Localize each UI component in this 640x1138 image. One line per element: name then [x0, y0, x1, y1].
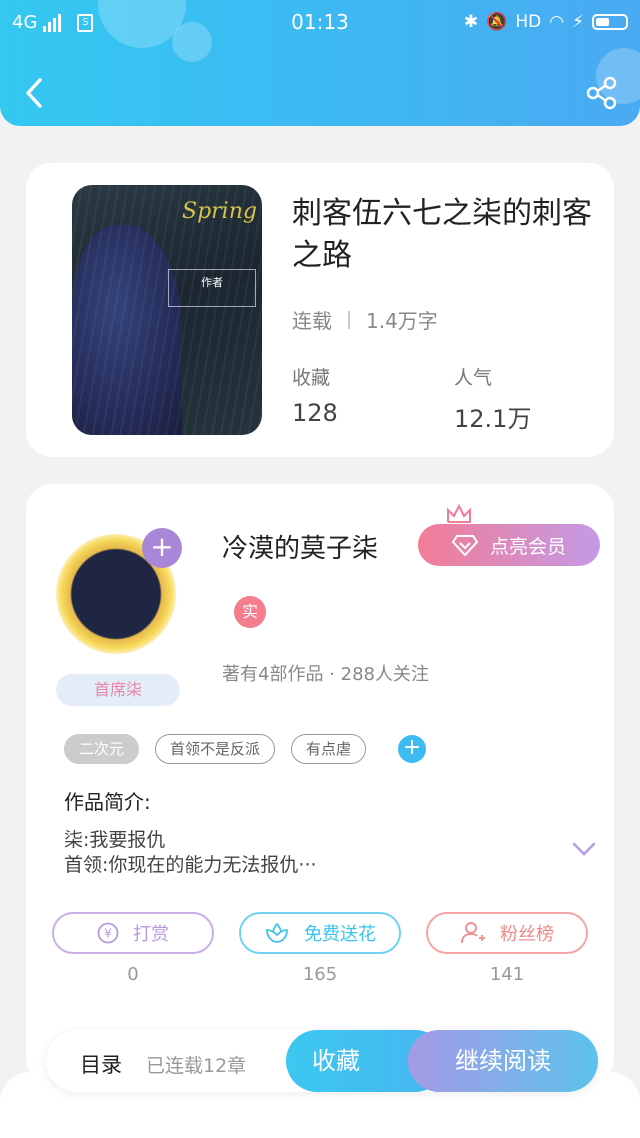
hd-label: HD — [515, 12, 542, 32]
charging-icon: ⚡ — [572, 12, 584, 32]
intro-line: 柒:我要报仇 — [64, 829, 166, 851]
fan-rank-label: 粉丝榜 — [500, 924, 554, 945]
bottom-action-bar: 目录 已连载12章 收藏 继续阅读 — [46, 1030, 598, 1092]
cover-author-box: 作者 — [168, 269, 256, 307]
serial-status: 连载 — [292, 309, 332, 333]
author-works-info: 著有4部作品 · 288人关注 — [222, 664, 429, 685]
tip-button[interactable]: ¥ 打赏 — [52, 912, 214, 954]
back-arrow-icon[interactable] — [22, 76, 48, 110]
continue-reading-button[interactable]: 继续阅读 — [408, 1030, 598, 1092]
tip-count: 0 — [127, 964, 139, 985]
chapter-count: 已连载12章 — [146, 1055, 247, 1077]
wifi-icon: ◠ — [549, 12, 565, 32]
share-icon[interactable] — [586, 76, 618, 110]
cover-script-text: Spring — [182, 199, 257, 224]
favorites-value: 128 — [292, 399, 338, 427]
flower-icon — [266, 922, 288, 943]
chevron-down-icon[interactable] — [572, 842, 596, 856]
mute-icon: 🔕 — [486, 12, 508, 32]
follow-plus-button[interactable]: + — [142, 528, 182, 568]
vip-button[interactable]: 点亮会员 — [418, 524, 600, 566]
svg-text:¥: ¥ — [104, 927, 112, 941]
flower-count: 165 — [302, 964, 338, 985]
fan-rank-button[interactable]: 粉丝榜 — [426, 912, 588, 954]
favorites-label: 收藏 — [292, 367, 331, 389]
tag-item[interactable]: 有点虐 — [291, 734, 367, 764]
book-cover-image[interactable]: Spring 作者 — [72, 185, 262, 435]
cover-box-label: 作者 — [201, 276, 223, 289]
tag-item[interactable]: 首领不是反派 — [155, 734, 276, 764]
toc-button[interactable]: 目录 — [80, 1049, 122, 1079]
intro-text[interactable]: 柒:我要报仇 首领:你现在的能力无法报仇··· — [64, 828, 317, 878]
vip-label: 点亮会员 — [489, 535, 566, 558]
intro-line: 首领:你现在的能力无法报仇··· — [64, 854, 317, 876]
real-name-badge: 实 — [234, 596, 266, 628]
send-flower-button[interactable]: 免费送花 — [239, 912, 401, 954]
tip-label: 打赏 — [133, 924, 169, 945]
author-name[interactable]: 冷漠的莫子柒 — [222, 528, 378, 565]
fan-count: 141 — [489, 964, 525, 985]
popularity-value: 12.1万 — [454, 405, 532, 433]
book-title: 刺客伍六七之柒的刺客之路 — [292, 196, 592, 273]
author-nameplate: 首席柒 — [56, 674, 180, 706]
send-flower-label: 免费送花 — [304, 924, 376, 945]
book-info-card: Spring 作者 刺客伍六七之柒的刺客之路 连载 1.4万字 收藏 人气 12… — [26, 163, 614, 457]
meta-divider — [348, 310, 350, 329]
popularity-label: 人气 — [454, 367, 493, 389]
fan-user-icon — [461, 922, 485, 944]
bluetooth-icon: ✱ — [463, 12, 479, 32]
yen-coin-icon: ¥ — [97, 922, 119, 944]
add-tag-button[interactable]: + — [398, 735, 427, 763]
battery-icon — [592, 14, 628, 30]
author-card: + 首席柒 冷漠的莫子柒 点亮会员 实 著有4部作品 · 288人关注 二次元 … — [26, 484, 614, 1084]
diamond-icon — [451, 535, 478, 556]
word-count: 1.4万字 — [366, 309, 438, 333]
top-header: 4G S 01:13 ✱ 🔕 HD ◠ ⚡ — [0, 0, 640, 126]
crown-icon — [447, 504, 471, 523]
intro-title: 作品简介: — [64, 790, 151, 814]
tag-item[interactable]: 二次元 — [64, 734, 140, 764]
tag-list: 二次元 首领不是反派 有点虐 + — [64, 734, 427, 764]
status-bar: 4G S 01:13 ✱ 🔕 HD ◠ ⚡ — [0, 8, 640, 36]
book-meta: 连载 1.4万字 — [292, 305, 438, 334]
